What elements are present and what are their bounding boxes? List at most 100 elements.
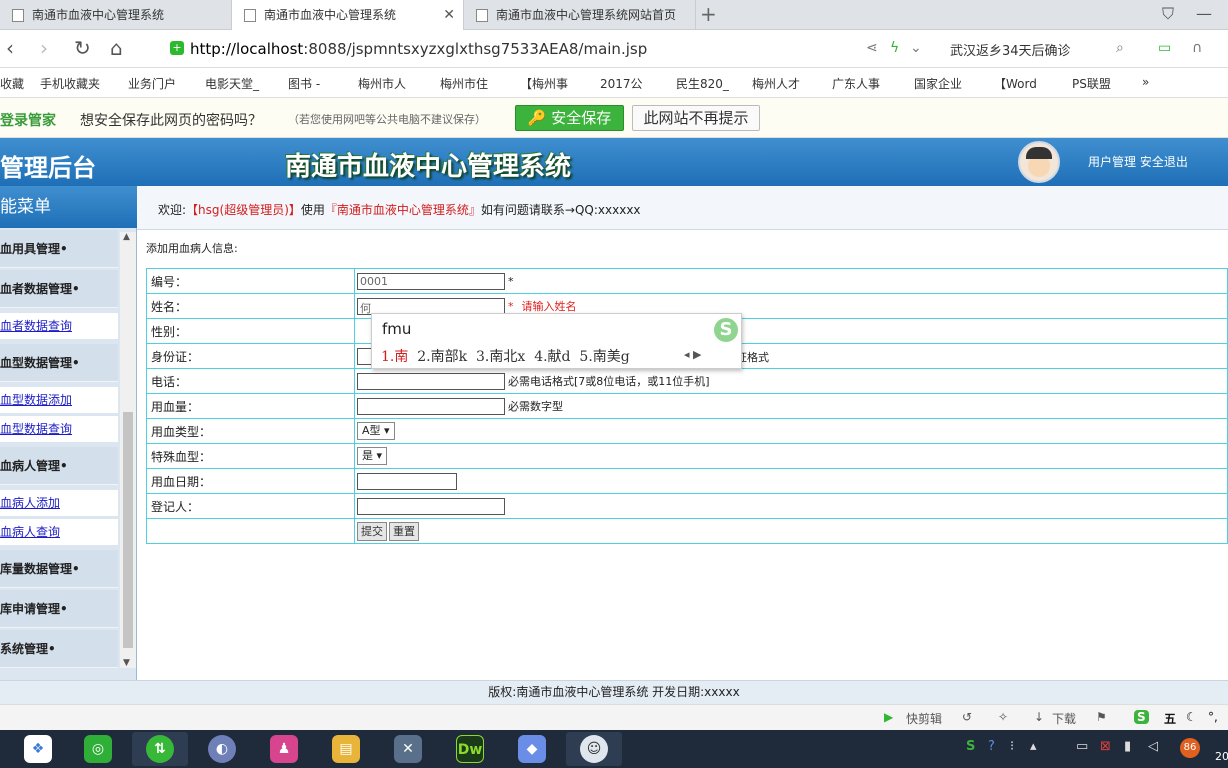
never-prompt-button[interactable]: 此网站不再提示 [632, 105, 760, 131]
ime-candidate[interactable]: 4.献d [534, 349, 570, 365]
taskbar-app[interactable]: ☺ [566, 732, 622, 766]
sidebar-item-blood-type-add[interactable]: 血型数据添加 [0, 387, 118, 413]
refresh-icon[interactable]: ↺ [962, 710, 972, 724]
bookmark-item[interactable]: 【梅州事 [520, 75, 568, 92]
phone-input[interactable] [357, 372, 505, 390]
taskbar-app[interactable]: ◎ [70, 732, 126, 766]
taskbar-app[interactable]: ⇅ [132, 732, 188, 766]
share-icon[interactable]: ⋖ [866, 40, 878, 56]
reset-button[interactable]: 重置 [389, 521, 419, 541]
sidebar-item-blood-equipment[interactable]: 血用具管理• [0, 230, 118, 268]
sidebar-item-blood-type[interactable]: 血型数据管理• [0, 344, 118, 382]
bookmark-item[interactable]: 电影天堂_ [205, 75, 259, 92]
sidebar-item-donor-query[interactable]: 血者数据查询 [0, 313, 118, 339]
taskbar-app[interactable]: Dw [442, 732, 498, 766]
bookmark-item[interactable]: 【Word [994, 75, 1037, 92]
taskbar-app[interactable]: ◆ [504, 732, 560, 766]
ime-candidate[interactable]: 5.南美g [579, 349, 629, 365]
taskbar-app[interactable]: ♟ [256, 732, 312, 766]
save-password-button[interactable]: 🔑 安全保存 [515, 105, 624, 131]
bookmark-item[interactable]: 民生820_ [676, 75, 729, 92]
headset-icon[interactable]: ∩ [1192, 40, 1202, 56]
bookmark-item[interactable]: 手机收藏夹 [40, 75, 100, 92]
date-input[interactable] [357, 472, 457, 490]
battery-tray-icon[interactable]: ▮ [1124, 739, 1131, 754]
user-links[interactable]: 用户管理 安全退出 [1088, 153, 1188, 170]
registrar-input[interactable] [357, 497, 505, 515]
taskbar-app[interactable]: ❖ [10, 732, 66, 766]
sogou-tray-icon[interactable]: S [966, 739, 975, 754]
download-icon[interactable]: ↓ [1034, 710, 1044, 724]
sidebar-item-patient-query[interactable]: 血病人查询 [0, 519, 118, 545]
sidebar-item-inventory[interactable]: 库量数据管理• [0, 550, 118, 588]
sogou-status-icon[interactable]: S [1134, 710, 1149, 724]
submit-button[interactable]: 提交 [357, 521, 387, 541]
taskbar-app[interactable]: ✕ [380, 732, 436, 766]
sidebar-item-donor-data[interactable]: 血者数据管理• [0, 270, 118, 308]
special-type-select[interactable]: 是 ▾ [357, 447, 388, 465]
moon-icon[interactable]: ☾ [1186, 710, 1197, 724]
network-tray-icon[interactable]: ⊠ [1100, 739, 1111, 754]
shirt-icon[interactable]: ⛉ [1162, 4, 1174, 24]
notification-badge[interactable]: 86 [1180, 738, 1200, 758]
more-bookmarks-icon[interactable]: » [1142, 75, 1149, 89]
scroll-up-icon[interactable]: ▲ [123, 232, 130, 242]
quick-edit-link[interactable]: 快剪辑 [906, 710, 942, 727]
close-tab-icon[interactable]: ✕ [443, 0, 455, 30]
url-field[interactable]: http://localhost:8088/jspmntsxyzxglxthsg… [190, 40, 647, 58]
video-clip-icon[interactable]: ▶ [884, 710, 893, 724]
sidebar-item-blood-type-query[interactable]: 血型数据查询 [0, 416, 118, 442]
bookmark-item[interactable]: 梅州市人 [358, 75, 406, 92]
volume-tray-icon[interactable]: ◁ [1148, 739, 1158, 754]
minimize-icon[interactable]: — [1196, 4, 1212, 23]
bookmark-item[interactable]: 2017公 [600, 75, 643, 92]
bookmark-item[interactable]: PS联盟 [1072, 75, 1111, 92]
bookmark-item[interactable]: 梅州人才 [752, 75, 800, 92]
scroll-thumb[interactable] [123, 412, 133, 648]
bookmark-item[interactable]: 业务门户 [128, 75, 176, 92]
ime-mode-icon[interactable]: 五 [1164, 710, 1176, 727]
flag-icon[interactable]: ⚑ [1096, 710, 1107, 724]
bookmark-item[interactable]: 图书 - [288, 75, 320, 92]
ime-candidate[interactable]: 3.南北x [476, 349, 525, 365]
bookmark-item[interactable]: 国家企业 [914, 75, 962, 92]
input-tray-icon[interactable]: ⁝ [1010, 739, 1014, 754]
lightning-icon[interactable]: ϟ [890, 40, 899, 56]
chevron-down-icon[interactable]: ⌄ [910, 40, 922, 56]
browser-tab-2[interactable]: 南通市血液中心管理系统 ✕ [232, 0, 464, 31]
tools-icon[interactable]: ✧ [998, 710, 1008, 724]
ime-page-arrows-icon[interactable]: ◂ ▶ [684, 348, 701, 361]
browser-tab-1[interactable]: 南通市血液中心管理系统 [0, 0, 232, 30]
sidebar-item-system[interactable]: 系统管理• [0, 630, 118, 668]
punctuation-icon[interactable]: °, [1208, 710, 1218, 724]
browser-tab-3[interactable]: 南通市血液中心管理系统网站首页 [464, 0, 696, 30]
search-icon[interactable]: ⌕ [1116, 40, 1124, 56]
forward-icon[interactable]: › [40, 36, 48, 60]
taskbar-app[interactable]: ▤ [318, 732, 374, 766]
taskbar-app[interactable]: ◐ [194, 732, 250, 766]
help-tray-icon[interactable]: ? [988, 739, 995, 754]
bookmark-item[interactable]: 收藏 [0, 75, 24, 92]
ime-candidate[interactable]: 2.南部k [417, 349, 467, 365]
bookmark-item[interactable]: 梅州市住 [440, 75, 488, 92]
scroll-down-icon[interactable]: ▼ [123, 658, 130, 668]
clock[interactable]: 20 [1215, 750, 1228, 763]
news-ticker[interactable]: 武汉返乡34天后确诊 [950, 40, 1071, 59]
sidebar-item-patient[interactable]: 血病人管理• [0, 447, 118, 485]
new-tab-button[interactable]: + [700, 2, 717, 26]
ime-candidate[interactable]: 1.南 [381, 349, 408, 365]
id-input[interactable]: 0001 [357, 272, 505, 290]
device-tray-icon[interactable]: ▭ [1076, 739, 1088, 754]
blood-type-select[interactable]: A型 ▾ [357, 422, 395, 440]
tray-expand-icon[interactable]: ▴ [1030, 739, 1037, 754]
sidebar-item-inventory-request[interactable]: 库申请管理• [0, 590, 118, 628]
volume-input[interactable] [357, 397, 505, 415]
back-icon[interactable]: ‹ [6, 36, 14, 60]
sidebar-scrollbar[interactable]: ▲ ▼ [120, 232, 136, 668]
home-icon[interactable]: ⌂ [110, 36, 123, 60]
download-link[interactable]: 下载 [1052, 710, 1076, 727]
bookmark-item[interactable]: 广东人事 [832, 75, 880, 92]
sidebar-item-patient-add[interactable]: 血病人添加 [0, 490, 118, 516]
name-input[interactable]: 何 [357, 297, 505, 315]
reload-icon[interactable]: ↻ [74, 36, 91, 60]
